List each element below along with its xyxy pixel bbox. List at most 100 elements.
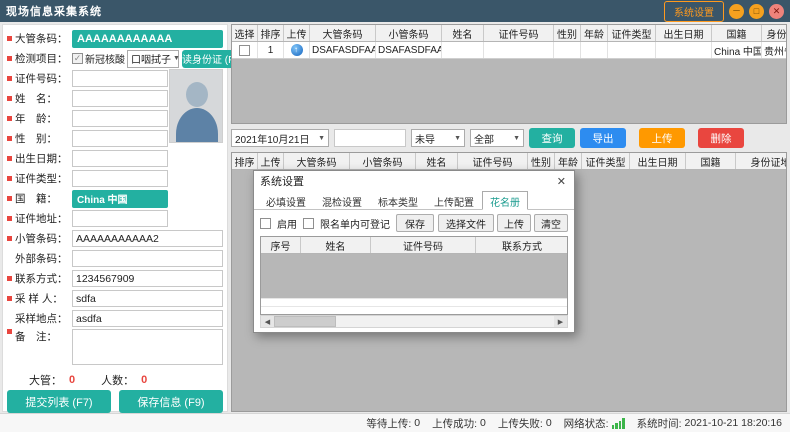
query-button[interactable]: 查询 (529, 128, 575, 148)
id-photo (169, 69, 223, 143)
covid-test-checkbox[interactable] (72, 53, 83, 64)
table1-column-header[interactable]: 国籍 (712, 25, 762, 41)
delete-button[interactable]: 删除 (698, 128, 744, 148)
export-filter-select[interactable]: 未导 ▼ (411, 129, 465, 147)
birth-date-input[interactable] (72, 150, 168, 167)
table1-column-header[interactable]: 上传 (284, 25, 310, 41)
id-type-input[interactable] (72, 170, 168, 187)
roster-column-header[interactable]: 证件号码 (371, 237, 476, 253)
table2-column-header[interactable]: 年龄 (555, 153, 582, 169)
age-input[interactable] (72, 110, 168, 127)
entry-form-panel: 大管条码： AAAAAAAAAAAA 检测项目： 新冠核酸 口咽拭子 ▼ 读身份… (2, 24, 228, 412)
table1-column-header[interactable]: 年龄 (581, 25, 608, 41)
submit-list-button[interactable]: 提交列表 (F7) (7, 390, 111, 413)
dialog-save-button[interactable]: 保存 (396, 214, 434, 232)
small-barcode-input[interactable] (72, 230, 223, 247)
dialog-upload-button[interactable]: 上传 (497, 214, 531, 232)
sampler-input[interactable] (72, 290, 223, 307)
dialog-tab[interactable]: 标本类型 (370, 191, 426, 209)
table1-cell[interactable]: DSAFASDFAAAS1 (376, 42, 442, 58)
name-input[interactable] (72, 90, 168, 107)
dialog-tab[interactable]: 混检设置 (314, 191, 370, 209)
table1-cell[interactable] (608, 42, 656, 58)
horizontal-scrollbar[interactable]: ◀ ▶ (260, 315, 568, 328)
table1-cell[interactable] (656, 42, 712, 58)
close-icon[interactable]: ✕ (769, 4, 784, 19)
scope-filter-select[interactable]: 全部 ▼ (470, 129, 524, 147)
table1-column-header[interactable]: 证件号码 (484, 25, 554, 41)
dialog-tab[interactable]: 花名册 (482, 191, 528, 210)
scroll-right-icon[interactable]: ▶ (554, 316, 567, 327)
field-sample-place: 采样地点： (7, 309, 223, 328)
pending-records-table: 选择排序上传大管条码小管条码姓名证件号码性别年龄证件类型出生日期国籍身份证地址 … (231, 24, 787, 124)
search-input[interactable] (334, 129, 406, 147)
field-external-barcode: 外部条码： (7, 249, 223, 268)
roster-column-header[interactable]: 序号 (261, 237, 301, 253)
scroll-left-icon[interactable]: ◀ (261, 316, 274, 327)
table2-column-header[interactable]: 身份证地址 (736, 153, 787, 169)
row-select-checkbox[interactable] (239, 45, 250, 56)
table2-column-header[interactable]: 姓名 (416, 153, 458, 169)
external-barcode-input[interactable] (72, 250, 223, 267)
table1-column-header[interactable]: 排序 (258, 25, 284, 41)
table2-column-header[interactable]: 排序 (232, 153, 258, 169)
table1-cell[interactable]: China 中国 (712, 42, 762, 58)
choose-file-button[interactable]: 选择文件 (438, 214, 494, 232)
system-settings-button[interactable]: 系统设置 (664, 1, 724, 22)
table-row[interactable]: 1 DSAFASDFAAASDSAFASDFAAAS1 China 中国贵州省贵 (232, 42, 786, 59)
table1-cell[interactable] (442, 42, 484, 58)
minimize-icon[interactable]: － (729, 4, 744, 19)
table2-column-header[interactable]: 国籍 (686, 153, 736, 169)
table2-column-header[interactable]: 小管条码 (350, 153, 416, 169)
enable-checkbox[interactable] (260, 218, 271, 229)
table1-cell[interactable] (554, 42, 581, 58)
table1-column-header[interactable]: 性别 (554, 25, 581, 41)
table2-column-header[interactable]: 大管条码 (284, 153, 350, 169)
dialog-clear-button[interactable]: 清空 (534, 214, 568, 232)
table1-cell[interactable]: DSAFASDFAAAS (310, 42, 376, 58)
swab-type-select[interactable]: 口咽拭子 ▼ (127, 50, 179, 68)
maximize-icon[interactable]: □ (749, 4, 764, 19)
table2-column-header[interactable]: 性别 (528, 153, 555, 169)
table1-cell[interactable] (232, 42, 258, 58)
photo-head-silhouette (186, 82, 208, 107)
roster-only-checkbox[interactable] (303, 218, 314, 229)
contact-input[interactable] (72, 270, 223, 287)
table1-cell[interactable] (581, 42, 608, 58)
table1-cell[interactable]: 1 (258, 42, 284, 58)
dialog-tab[interactable]: 必填设置 (258, 191, 314, 209)
date-picker[interactable]: 2021年10月21日 ▼ (231, 129, 329, 147)
table1-column-header[interactable]: 选择 (232, 25, 258, 41)
sample-place-input[interactable] (72, 310, 223, 327)
system-settings-dialog: 系统设置 ✕ 必填设置混检设置标本类型上传配置花名册 启用 限名单内可登记 保存… (253, 170, 575, 333)
table1-column-header[interactable]: 大管条码 (310, 25, 376, 41)
table1-cell[interactable] (484, 42, 554, 58)
table2-column-header[interactable]: 上传 (258, 153, 284, 169)
roster-column-header[interactable]: 姓名 (301, 237, 371, 253)
date-value: 2021年10月21日 (235, 131, 310, 146)
id-address-input[interactable] (72, 210, 168, 227)
table2-column-header[interactable]: 出生日期 (630, 153, 686, 169)
counters-row: 大管：0 人数：0 (7, 368, 223, 390)
id-number-input[interactable] (72, 70, 168, 87)
save-info-button[interactable]: 保存信息 (F9) (119, 390, 223, 413)
upload-button[interactable]: 上传 (639, 128, 685, 148)
dialog-tab[interactable]: 上传配置 (426, 191, 482, 209)
remark-textarea[interactable] (72, 329, 223, 365)
table1-cell[interactable]: 贵州省贵 (762, 42, 787, 58)
field-id-type: 证件类型： (7, 169, 223, 188)
roster-column-header[interactable]: 联系方式 (476, 237, 568, 253)
dialog-close-icon[interactable]: ✕ (555, 175, 568, 188)
scrollbar-thumb[interactable] (274, 316, 336, 327)
export-button[interactable]: 导出 (580, 128, 626, 148)
table1-column-header[interactable]: 姓名 (442, 25, 484, 41)
table1-cell[interactable] (284, 42, 310, 58)
table2-column-header[interactable]: 证件类型 (582, 153, 630, 169)
table1-column-header[interactable]: 小管条码 (376, 25, 442, 41)
table2-column-header[interactable]: 证件号码 (458, 153, 528, 169)
gender-input[interactable] (72, 130, 168, 147)
table1-column-header[interactable]: 出生日期 (656, 25, 712, 41)
table1-column-header[interactable]: 证件类型 (608, 25, 656, 41)
table1-column-header[interactable]: 身份证地址 (762, 25, 787, 41)
network-signal-icon (612, 418, 625, 429)
